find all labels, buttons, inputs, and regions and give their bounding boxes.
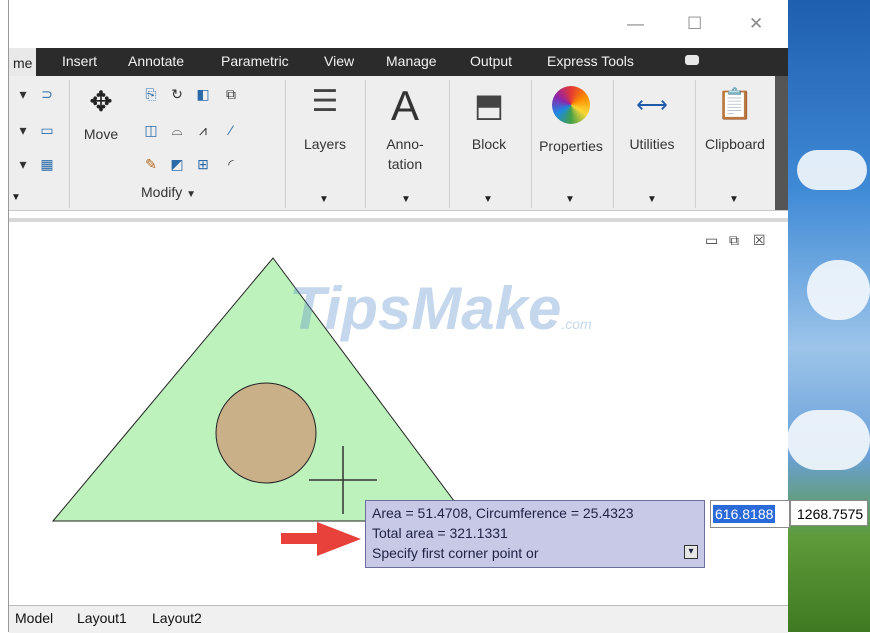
annotation-expand-icon[interactable]: ▼ bbox=[401, 194, 411, 205]
clipboard-label: Clipboard bbox=[705, 136, 765, 152]
tan-circle[interactable] bbox=[215, 382, 317, 484]
block-icon: ⬒ bbox=[473, 87, 505, 123]
move-icon: ✥ bbox=[89, 86, 113, 117]
clipboard-button[interactable]: 📋 Clipboard bbox=[697, 82, 773, 152]
block-button[interactable]: ⬒ Block bbox=[459, 82, 519, 152]
tab-view[interactable]: View bbox=[324, 53, 354, 69]
annotation-label-2: tation bbox=[387, 156, 423, 172]
ribbon-tab-bar: me Insert Annotate Parametric View Manag… bbox=[9, 48, 788, 76]
separator bbox=[449, 80, 450, 208]
chevron-down-icon: ▼ bbox=[186, 189, 197, 200]
clipboard-icon: 📋 bbox=[716, 88, 754, 121]
fillet-icon[interactable]: ⌓ bbox=[167, 120, 187, 140]
watermark-suffix: .com bbox=[561, 316, 592, 332]
hatch-icon[interactable]: ▦ bbox=[37, 154, 57, 174]
separator bbox=[531, 80, 532, 208]
layers-icon: ☰ bbox=[311, 85, 339, 118]
minimize-button[interactable]: — bbox=[627, 14, 644, 34]
annotation-label-1: Anno- bbox=[386, 136, 424, 152]
tooltip-area-line: Area = 51.4708, Circumference = 25.4323 bbox=[372, 505, 634, 521]
utilities-button[interactable]: ⟷ Utilities bbox=[619, 82, 685, 152]
title-bar: — ☐ ✕ bbox=[9, 0, 788, 48]
ribbon-scrollbar[interactable] bbox=[775, 76, 788, 210]
dropdown-arrow-icon[interactable]: ▾ bbox=[13, 120, 33, 140]
tab-manage[interactable]: Manage bbox=[386, 53, 437, 69]
erase-icon[interactable]: ✎ bbox=[141, 154, 161, 174]
maximize-button[interactable]: ☐ bbox=[687, 14, 702, 34]
utilities-label: Utilities bbox=[629, 136, 675, 152]
block-expand-icon[interactable]: ▼ bbox=[483, 194, 493, 205]
tab-express-tools[interactable]: Express Tools bbox=[547, 53, 634, 69]
measure-tooltip: Area = 51.4708, Circumference = 25.4323 … bbox=[365, 500, 705, 568]
y-coordinate-input[interactable]: 1268.7575 bbox=[790, 500, 868, 526]
copy-icon[interactable]: ⎘ bbox=[141, 84, 161, 104]
tab-annotate[interactable]: Annotate bbox=[128, 53, 184, 69]
tab-parametric[interactable]: Parametric bbox=[221, 53, 289, 69]
draw-panel-expand-icon[interactable]: ▼ bbox=[11, 192, 21, 203]
red-arrow-icon bbox=[281, 522, 361, 556]
tab-model[interactable]: Model bbox=[15, 610, 53, 626]
move-button[interactable]: ✥ Move bbox=[79, 82, 123, 142]
properties-expand-icon[interactable]: ▼ bbox=[565, 194, 575, 205]
properties-label: Properties bbox=[539, 138, 603, 154]
stretch-icon[interactable]: ⩘ bbox=[193, 120, 213, 140]
cloud bbox=[797, 150, 867, 190]
offset-icon[interactable]: ⧉ bbox=[221, 84, 241, 104]
close-button[interactable]: ✕ bbox=[749, 14, 763, 34]
layers-button[interactable]: ☰ Layers bbox=[293, 82, 357, 152]
properties-button[interactable]: Properties bbox=[533, 82, 609, 154]
modify-panel-title[interactable]: Modify ▼ bbox=[141, 184, 196, 200]
y-coordinate-value: 1268.7575 bbox=[797, 506, 864, 522]
tab-layout2[interactable]: Layout2 bbox=[152, 610, 202, 626]
dropdown-arrow-icon[interactable]: ▾ bbox=[13, 84, 33, 104]
tab-output[interactable]: Output bbox=[470, 53, 512, 69]
separator bbox=[613, 80, 614, 208]
rotate-icon[interactable]: ↻ bbox=[167, 84, 187, 104]
x-coordinate-value: 616.8188 bbox=[713, 505, 776, 523]
ribbon: ▾ ⊃ ▾ ▭ ▾ ▦ ▼ ✥ Move ⎘ ↻ ◧ ⧉ ◫ ⌓ ⩘ ⁄ ✎ ◩… bbox=[9, 76, 788, 211]
move-label: Move bbox=[83, 126, 119, 142]
cloud bbox=[787, 410, 870, 470]
desktop-background bbox=[787, 0, 870, 632]
utilities-expand-icon[interactable]: ▼ bbox=[647, 194, 657, 205]
separator bbox=[69, 80, 70, 208]
measure-icon: ⟷ bbox=[636, 92, 668, 117]
color-wheel-icon bbox=[552, 86, 590, 124]
watermark-text: TipsMake bbox=[289, 275, 562, 342]
tab-home[interactable]: me bbox=[9, 48, 37, 76]
tooltip-options-icon[interactable]: ▾ bbox=[684, 545, 698, 559]
dropdown-arrow-icon[interactable]: ▾ bbox=[13, 154, 33, 174]
array-icon[interactable]: ⊞ bbox=[193, 154, 213, 174]
block-label: Block bbox=[471, 136, 507, 152]
polyline-icon[interactable]: ⊃ bbox=[37, 84, 57, 104]
clipboard-expand-icon[interactable]: ▼ bbox=[729, 194, 739, 205]
explode-icon[interactable]: ⁄ bbox=[221, 120, 241, 140]
tab-layout1[interactable]: Layout1 bbox=[77, 610, 127, 626]
modify-panel-label: Modify bbox=[141, 184, 183, 200]
chamfer-icon[interactable]: ◜ bbox=[221, 154, 241, 174]
separator bbox=[695, 80, 696, 208]
layers-expand-icon[interactable]: ▼ bbox=[319, 194, 329, 205]
tooltip-total-line: Total area = 321.1331 bbox=[372, 525, 508, 541]
layout-tab-bar: Model Layout1 Layout2 bbox=[9, 605, 788, 633]
scale-icon[interactable]: ◩ bbox=[167, 154, 187, 174]
cloud bbox=[807, 260, 870, 320]
separator bbox=[365, 80, 366, 208]
mirror-icon[interactable]: ◫ bbox=[141, 120, 161, 140]
annotation-button[interactable]: A Anno- tation bbox=[373, 82, 437, 172]
x-coordinate-input[interactable]: 616.8188 bbox=[710, 500, 790, 528]
tab-insert[interactable]: Insert bbox=[62, 53, 97, 69]
rectangle-icon[interactable]: ▭ bbox=[37, 120, 57, 140]
tooltip-prompt-line: Specify first corner point or bbox=[372, 545, 539, 561]
trim-icon[interactable]: ◧ bbox=[193, 84, 213, 104]
separator bbox=[285, 80, 286, 208]
watermark: TipsMake.com bbox=[289, 274, 592, 343]
text-a-icon: A bbox=[390, 82, 419, 129]
panel-toggle-icon[interactable] bbox=[685, 55, 699, 65]
layers-label: Layers bbox=[303, 136, 347, 152]
